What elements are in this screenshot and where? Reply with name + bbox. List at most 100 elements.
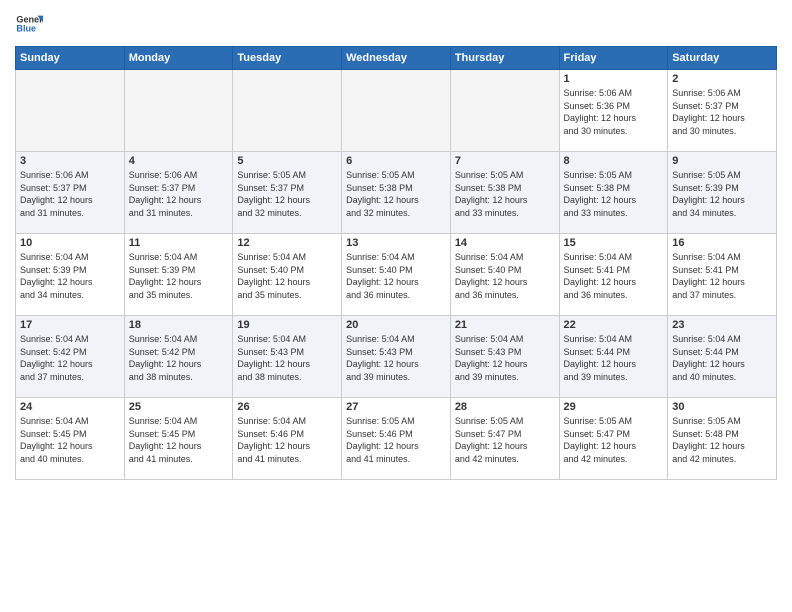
day-info: Sunrise: 5:05 AM Sunset: 5:37 PM Dayligh…: [237, 169, 337, 219]
calendar-cell: 17 Sunrise: 5:04 AM Sunset: 5:42 PM Dayli…: [16, 316, 125, 398]
calendar-cell: 28 Sunrise: 5:05 AM Sunset: 5:47 PM Dayli…: [450, 398, 559, 480]
calendar-cell: 6Sunrise: 5:05 AM Sunset: 5:38 PM Daylig…: [342, 152, 451, 234]
week-row-5: 24 Sunrise: 5:04 AM Sunset: 5:45 PM Dayli…: [16, 398, 777, 480]
day-info: Sunrise: 5:06 AM Sunset: 5:37 PM Dayligh…: [20, 169, 120, 219]
page: General Blue SundayMondayTuesdayWednesda…: [0, 0, 792, 612]
day-number: 19: [237, 319, 337, 331]
svg-text:Blue: Blue: [16, 24, 36, 34]
day-number: 2: [672, 73, 772, 85]
day-number: 5: [237, 155, 337, 167]
calendar-cell: 5 Sunrise: 5:05 AM Sunset: 5:37 PM Daylig…: [233, 152, 342, 234]
weekday-header-wednesday: Wednesday: [342, 47, 451, 70]
day-info: Sunrise: 5:05 AM Sunset: 5:47 PM Dayligh…: [455, 415, 555, 465]
day-number: 9: [672, 155, 772, 167]
calendar-cell: [450, 70, 559, 152]
day-number: 13: [346, 237, 446, 249]
day-number: 10: [20, 237, 120, 249]
day-number: 3: [20, 155, 120, 167]
calendar-cell: 24 Sunrise: 5:04 AM Sunset: 5:45 PM Dayli…: [16, 398, 125, 480]
day-info: Sunrise: 5:04 AM Sunset: 5:40 PM Dayligh…: [455, 251, 555, 301]
calendar-cell: 7 Sunrise: 5:05 AM Sunset: 5:38 PM Daylig…: [450, 152, 559, 234]
day-number: 24: [20, 401, 120, 413]
week-row-2: 3 Sunrise: 5:06 AM Sunset: 5:37 PM Daylig…: [16, 152, 777, 234]
day-info: Sunrise: 5:04 AM Sunset: 5:39 PM Dayligh…: [20, 251, 120, 301]
weekday-header-saturday: Saturday: [668, 47, 777, 70]
day-number: 4: [129, 155, 229, 167]
header: General Blue: [15, 10, 777, 38]
day-number: 25: [129, 401, 229, 413]
day-info: Sunrise: 5:04 AM Sunset: 5:43 PM Dayligh…: [346, 333, 446, 383]
day-info: Sunrise: 5:04 AM Sunset: 5:41 PM Dayligh…: [564, 251, 664, 301]
calendar-cell: 26 Sunrise: 5:04 AM Sunset: 5:46 PM Dayli…: [233, 398, 342, 480]
day-number: 22: [564, 319, 664, 331]
calendar-cell: 11Sunrise: 5:04 AM Sunset: 5:39 PM Dayli…: [124, 234, 233, 316]
calendar-cell: 3 Sunrise: 5:06 AM Sunset: 5:37 PM Daylig…: [16, 152, 125, 234]
week-row-3: 10 Sunrise: 5:04 AM Sunset: 5:39 PM Dayli…: [16, 234, 777, 316]
calendar-cell: 25 Sunrise: 5:04 AM Sunset: 5:45 PM Dayli…: [124, 398, 233, 480]
calendar-cell: [124, 70, 233, 152]
weekday-header-row: SundayMondayTuesdayWednesdayThursdayFrid…: [16, 47, 777, 70]
day-number: 11: [129, 237, 229, 249]
weekday-header-friday: Friday: [559, 47, 668, 70]
day-number: 7: [455, 155, 555, 167]
day-number: 30: [672, 401, 772, 413]
calendar-cell: 13 Sunrise: 5:04 AM Sunset: 5:40 PM Dayli…: [342, 234, 451, 316]
calendar-cell: 30 Sunrise: 5:05 AM Sunset: 5:48 PM Dayli…: [668, 398, 777, 480]
calendar-cell: [16, 70, 125, 152]
day-number: 21: [455, 319, 555, 331]
day-info: Sunrise: 5:04 AM Sunset: 5:44 PM Dayligh…: [564, 333, 664, 383]
day-info: Sunrise: 5:04 AM Sunset: 5:46 PM Dayligh…: [237, 415, 337, 465]
day-info: Sunrise: 5:05 AM Sunset: 5:47 PM Dayligh…: [564, 415, 664, 465]
calendar-cell: 19 Sunrise: 5:04 AM Sunset: 5:43 PM Dayli…: [233, 316, 342, 398]
day-number: 20: [346, 319, 446, 331]
day-number: 23: [672, 319, 772, 331]
day-number: 12: [237, 237, 337, 249]
day-info: Sunrise: 5:05 AM Sunset: 5:38 PM Dayligh…: [346, 169, 446, 219]
calendar-cell: 27Sunrise: 5:05 AM Sunset: 5:46 PM Dayli…: [342, 398, 451, 480]
day-number: 17: [20, 319, 120, 331]
day-info: Sunrise: 5:05 AM Sunset: 5:48 PM Dayligh…: [672, 415, 772, 465]
logo-icon: General Blue: [15, 10, 43, 38]
calendar-cell: 29 Sunrise: 5:05 AM Sunset: 5:47 PM Dayli…: [559, 398, 668, 480]
calendar-cell: 2 Sunrise: 5:06 AM Sunset: 5:37 PM Daylig…: [668, 70, 777, 152]
day-info: Sunrise: 5:04 AM Sunset: 5:45 PM Dayligh…: [20, 415, 120, 465]
day-info: Sunrise: 5:06 AM Sunset: 5:36 PM Dayligh…: [564, 87, 664, 137]
day-number: 27: [346, 401, 446, 413]
day-info: Sunrise: 5:04 AM Sunset: 5:40 PM Dayligh…: [346, 251, 446, 301]
day-number: 29: [564, 401, 664, 413]
day-info: Sunrise: 5:04 AM Sunset: 5:43 PM Dayligh…: [237, 333, 337, 383]
day-info: Sunrise: 5:04 AM Sunset: 5:40 PM Dayligh…: [237, 251, 337, 301]
calendar: SundayMondayTuesdayWednesdayThursdayFrid…: [15, 46, 777, 480]
day-info: Sunrise: 5:05 AM Sunset: 5:38 PM Dayligh…: [455, 169, 555, 219]
calendar-cell: 23 Sunrise: 5:04 AM Sunset: 5:44 PM Dayli…: [668, 316, 777, 398]
day-info: Sunrise: 5:04 AM Sunset: 5:42 PM Dayligh…: [20, 333, 120, 383]
day-info: Sunrise: 5:05 AM Sunset: 5:38 PM Dayligh…: [564, 169, 664, 219]
day-info: Sunrise: 5:06 AM Sunset: 5:37 PM Dayligh…: [672, 87, 772, 137]
calendar-cell: 4 Sunrise: 5:06 AM Sunset: 5:37 PM Daylig…: [124, 152, 233, 234]
week-row-4: 17 Sunrise: 5:04 AM Sunset: 5:42 PM Dayli…: [16, 316, 777, 398]
day-info: Sunrise: 5:04 AM Sunset: 5:44 PM Dayligh…: [672, 333, 772, 383]
calendar-cell: 9 Sunrise: 5:05 AM Sunset: 5:39 PM Daylig…: [668, 152, 777, 234]
logo: General Blue: [15, 10, 43, 38]
calendar-cell: 16Sunrise: 5:04 AM Sunset: 5:41 PM Dayli…: [668, 234, 777, 316]
day-number: 28: [455, 401, 555, 413]
day-info: Sunrise: 5:04 AM Sunset: 5:42 PM Dayligh…: [129, 333, 229, 383]
day-number: 18: [129, 319, 229, 331]
day-number: 16: [672, 237, 772, 249]
calendar-cell: 20 Sunrise: 5:04 AM Sunset: 5:43 PM Dayli…: [342, 316, 451, 398]
calendar-cell: 1 Sunrise: 5:06 AM Sunset: 5:36 PM Daylig…: [559, 70, 668, 152]
calendar-cell: 14Sunrise: 5:04 AM Sunset: 5:40 PM Dayli…: [450, 234, 559, 316]
calendar-cell: [342, 70, 451, 152]
day-info: Sunrise: 5:06 AM Sunset: 5:37 PM Dayligh…: [129, 169, 229, 219]
day-info: Sunrise: 5:04 AM Sunset: 5:45 PM Dayligh…: [129, 415, 229, 465]
calendar-cell: 18 Sunrise: 5:04 AM Sunset: 5:42 PM Dayli…: [124, 316, 233, 398]
weekday-header-sunday: Sunday: [16, 47, 125, 70]
day-number: 1: [564, 73, 664, 85]
calendar-cell: 12 Sunrise: 5:04 AM Sunset: 5:40 PM Dayli…: [233, 234, 342, 316]
calendar-cell: [233, 70, 342, 152]
weekday-header-thursday: Thursday: [450, 47, 559, 70]
week-row-1: 1 Sunrise: 5:06 AM Sunset: 5:36 PM Daylig…: [16, 70, 777, 152]
day-number: 26: [237, 401, 337, 413]
weekday-header-monday: Monday: [124, 47, 233, 70]
day-info: Sunrise: 5:05 AM Sunset: 5:39 PM Dayligh…: [672, 169, 772, 219]
